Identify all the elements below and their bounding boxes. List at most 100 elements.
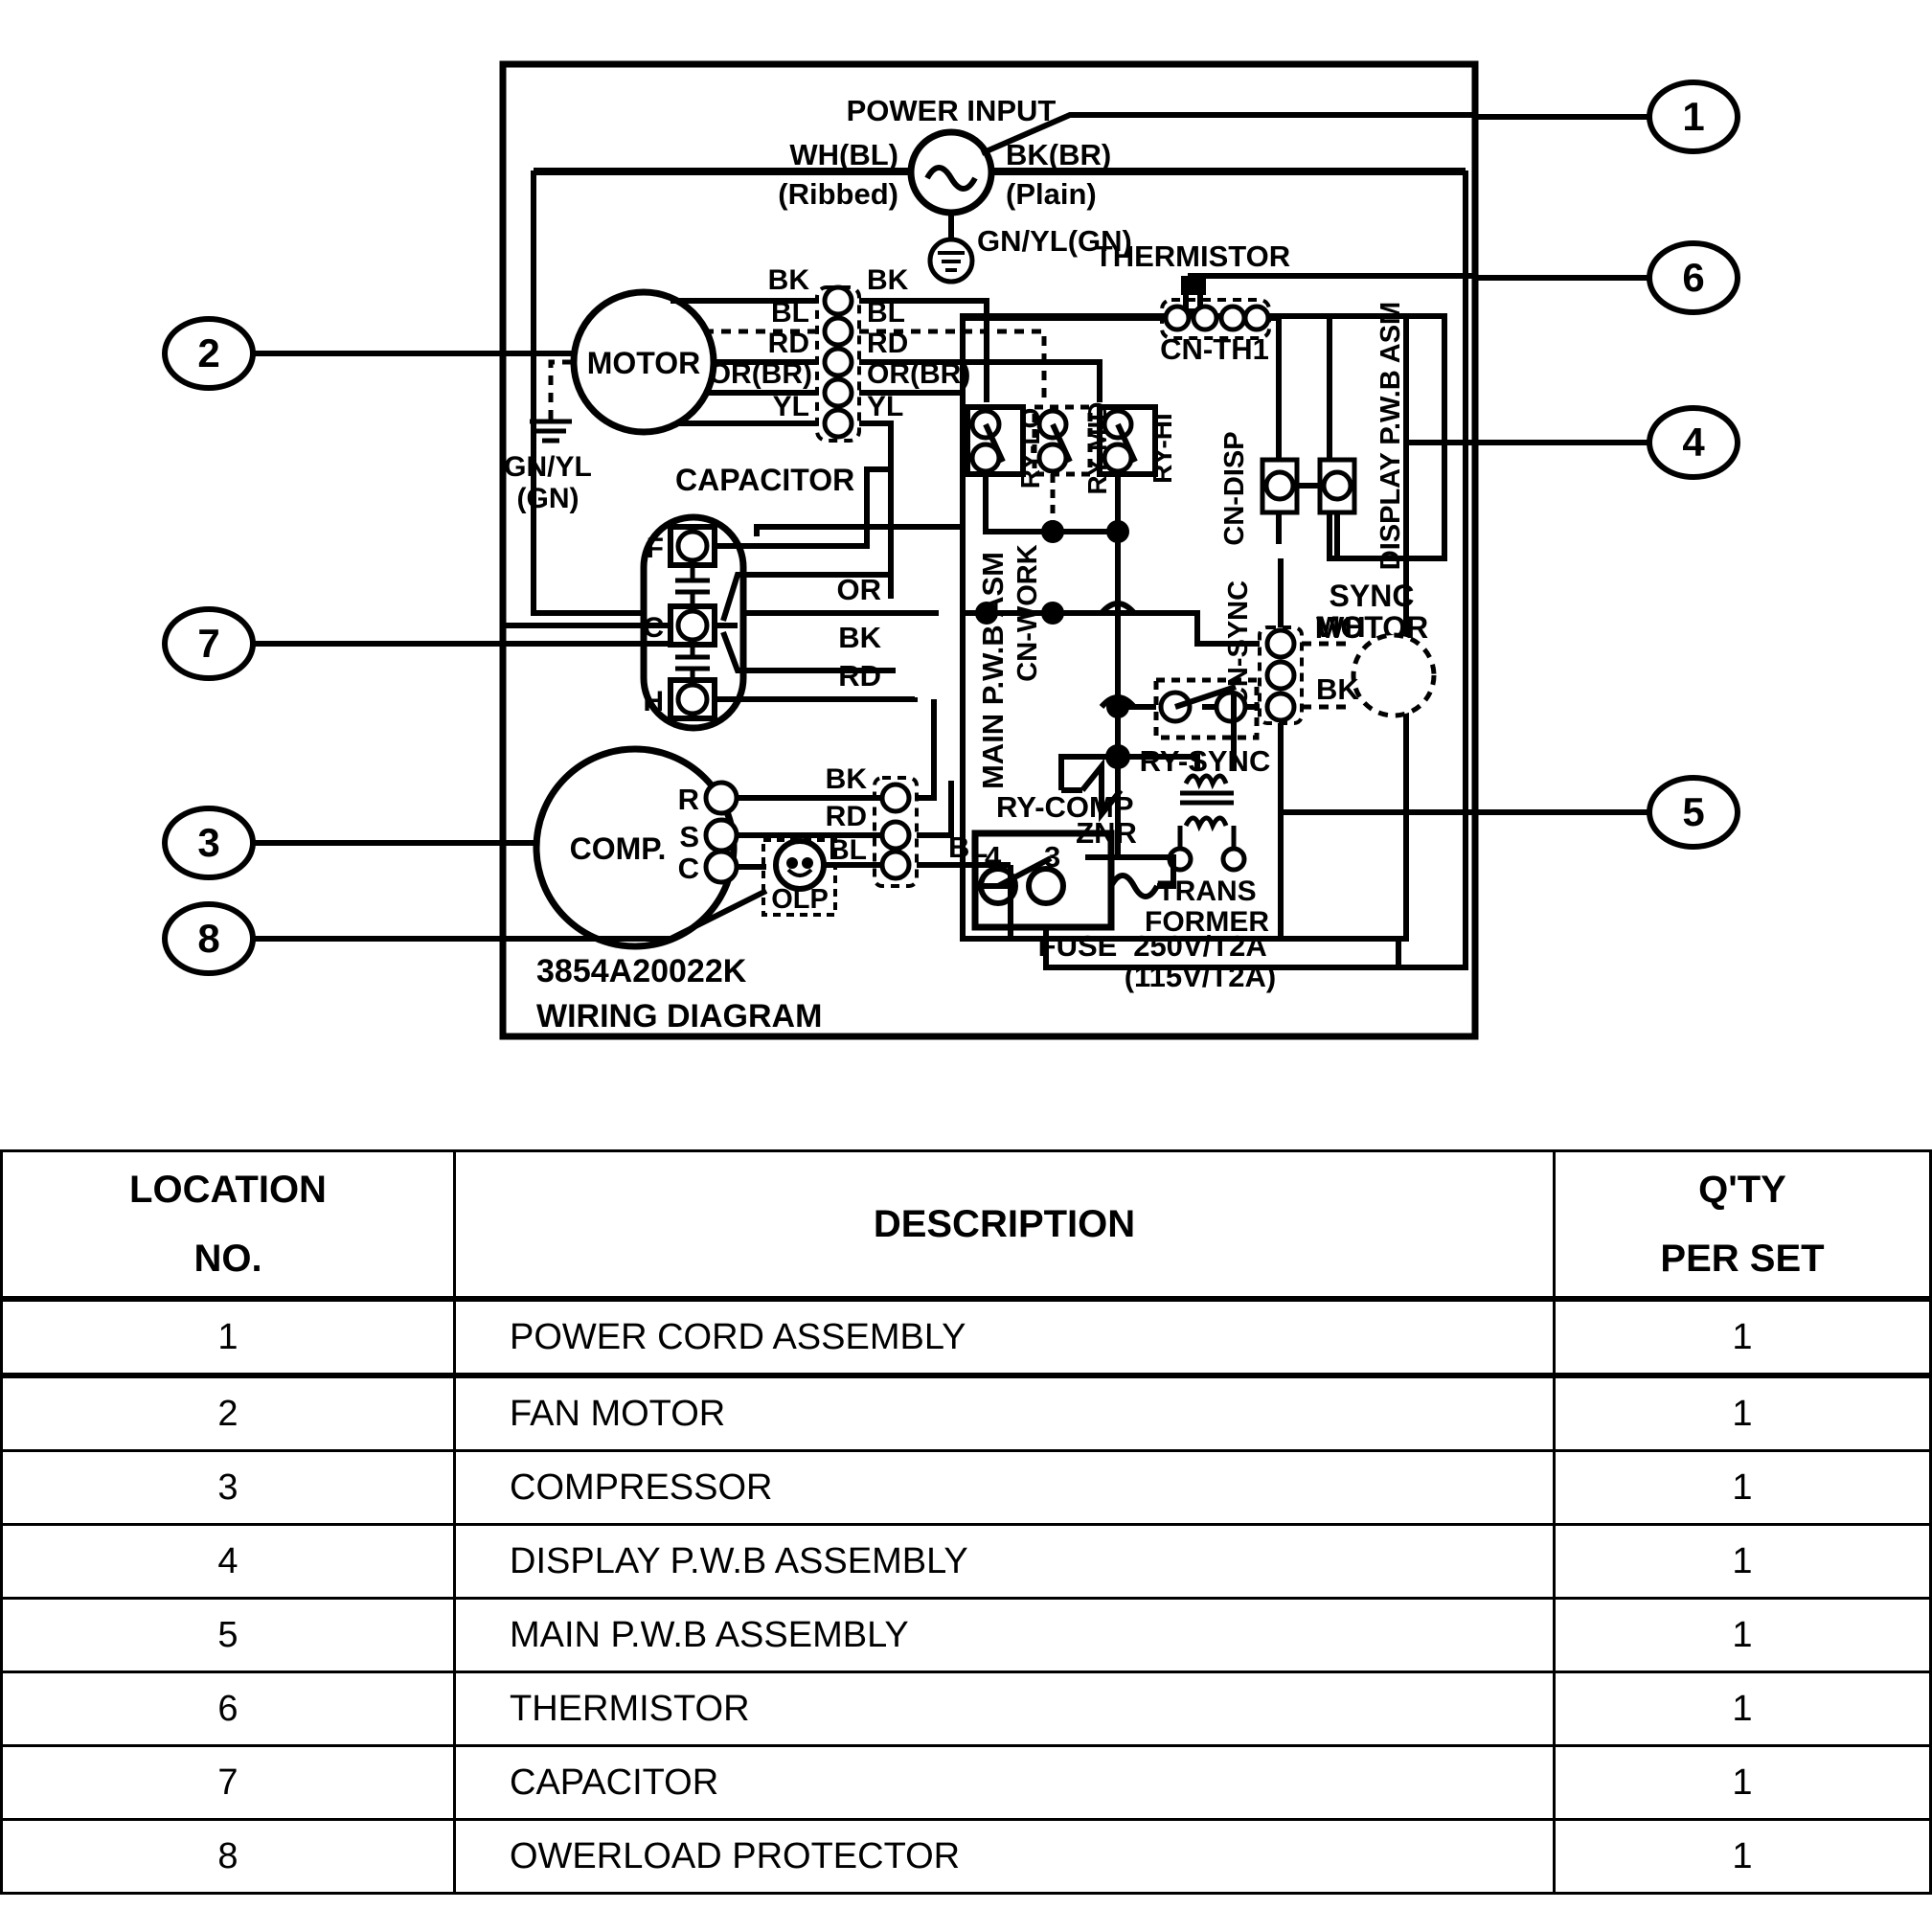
row-description: DISPLAY P.W.B ASSEMBLY [453,1523,1556,1600]
motor-lead-label-bk-r: BK [867,264,909,296]
table-header-row: LOCATION NO. DESCRIPTION Q'TY PER SET [0,1149,1932,1302]
callout-7: 7 [162,606,256,681]
ry-sync-label: RY-SYNC [1140,744,1271,778]
motor-lead-label-rd-l: RD [768,328,809,359]
callouts-right-group: 1 6 4 5 [1475,80,1740,850]
header-location-line2: NO. [193,1238,262,1280]
motor-lead-label-bl-l: BL [771,297,809,329]
bk-sublabel: (Plain) [1006,177,1097,211]
callout-6: 6 [1475,240,1740,315]
row-description: OWERLOAD PROTECTOR [453,1818,1556,1895]
parts-table-body: 1 POWER CORD ASSEMBLY 1 2 FAN MOTOR 1 3 … [0,1296,1932,1895]
row-qty: 1 [1553,1671,1932,1747]
fuse-rating-1: 250V/T2A [1133,929,1267,963]
motor-pin-bl [822,315,854,348]
thermistor-label: THERMISTOR [1095,239,1290,273]
table-row: 2 FAN MOTOR 1 [0,1373,1932,1452]
header-location-line1: LOCATION [129,1169,327,1211]
fuse-label: FUSE [1038,929,1118,963]
row-qty: 1 [1553,1373,1932,1452]
row-description: POWER CORD ASSEMBLY [453,1296,1556,1377]
callout-2: 2 [162,316,575,391]
comp-terminal-c [703,849,739,885]
callout-6-number: 6 [1682,255,1704,300]
cn-sync-pin-3 [1264,691,1297,723]
cap-wire-label-bk: BK [838,621,881,654]
power-input-group: POWER INPUT WH(BL) (Ribbed) BK(BR) (Plai… [534,94,1475,284]
main-pwb-label: MAIN P.W.B ASM [976,552,1010,789]
comp-pin-bl [879,849,912,881]
row-no: 7 [0,1744,456,1821]
fuse-symbol [1108,873,1160,899]
transformer-secondary-coil [1183,815,1229,832]
motor-lead-label-or-l: OR(BR) [709,358,812,390]
motor-ground-wire [548,359,572,421]
bk-label: BK(BR) [1006,138,1111,171]
cn-disp-label: CN-DISP [1219,431,1250,545]
comp-terminal-label-r: R [678,783,699,816]
cn-th1-pin-2 [1191,304,1219,332]
callout-3-number: 3 [197,820,219,865]
callout-2-number: 2 [197,330,219,375]
comp-wire-label-bl: BL [829,834,867,866]
callout-3: 3 [162,806,256,880]
row-description: COMPRESSOR [453,1449,1556,1526]
cn-th1-pin-4 [1242,304,1271,332]
row-qty: 1 [1553,1597,1932,1673]
row-no: 3 [0,1449,456,1526]
olp-label: OLP [771,884,829,915]
parts-table-head: LOCATION NO. DESCRIPTION Q'TY PER SET [0,1149,1932,1302]
motor-pin-bk [822,284,854,317]
row-description: MAIN P.W.B ASSEMBLY [453,1597,1556,1673]
display-pwb-label: DISPLAY P.W.B ASM [1375,302,1406,570]
cap-terminal-label-h: H [643,686,664,717]
sync-bk-label: BK [1316,672,1359,706]
row-no: 1 [0,1296,456,1377]
motor-pin-rd [822,346,854,378]
cap-wire-label-or: OR [837,573,882,606]
part-number: 3854A20022K [536,953,747,989]
parts-table: LOCATION NO. DESCRIPTION Q'TY PER SET 1 … [0,1149,1932,1895]
comp-terminal-label-c: C [678,852,699,885]
motor-label: MOTOR [587,346,701,380]
row-qty: 1 [1553,1449,1932,1526]
junction-dot-bus-1 [975,602,998,625]
motor-ground-label-2: (GN) [517,483,580,514]
cn-th1-pin-1 [1163,304,1192,332]
row-no: 2 [0,1373,456,1452]
junction-dot-relay-1 [1041,520,1064,543]
header-qty: Q'TY PER SET [1553,1149,1932,1302]
motor-pin-yl [822,407,854,440]
row-description: THERMISTOR [453,1671,1556,1747]
row-description: FAN MOTOR [453,1373,1556,1452]
callout-1-number: 1 [1682,94,1704,139]
capacitor-group: CAPACITOR F C H [249,463,918,732]
ry-comp-pin-3 [1026,866,1066,906]
row-qty: 1 [1553,1818,1932,1895]
motor-lead-label-bk-l: BK [768,264,810,296]
comp-pin-rd [879,819,912,852]
ry-comp-label: RY-COMP [996,790,1134,824]
comp-terminal-r [703,780,739,816]
table-row: 8 OWERLOAD PROTECTOR 1 [0,1818,1932,1895]
comp-wire-label-bk: BK [826,763,868,795]
callout-7-number: 7 [197,621,219,666]
ry-hi-label: RY-HI [1148,413,1177,484]
motor-ground-label-1: GN/YL [504,451,592,483]
comp-pin-bk [879,782,912,814]
junction-dot-relay-2 [1106,520,1129,543]
power-input-label: POWER INPUT [847,94,1057,127]
row-qty: 1 [1553,1296,1932,1377]
row-no: 8 [0,1818,456,1895]
table-row: 5 MAIN P.W.B ASSEMBLY 1 [0,1597,1932,1673]
header-description: DESCRIPTION [453,1149,1556,1302]
table-row: 3 COMPRESSOR 1 [0,1449,1932,1526]
row-no: 4 [0,1523,456,1600]
wiring-diagram: POWER INPUT WH(BL) (Ribbed) BK(BR) (Plai… [162,60,1740,1040]
ry-comp-pin-label-3: 3 [1044,840,1060,874]
callout-8-number: 8 [197,916,219,961]
cap-wire-label-rd: RD [838,659,881,693]
cn-sync-pin-1 [1264,627,1297,660]
sync-motor-symbol [1351,632,1437,718]
callout-1: 1 [1475,80,1740,154]
